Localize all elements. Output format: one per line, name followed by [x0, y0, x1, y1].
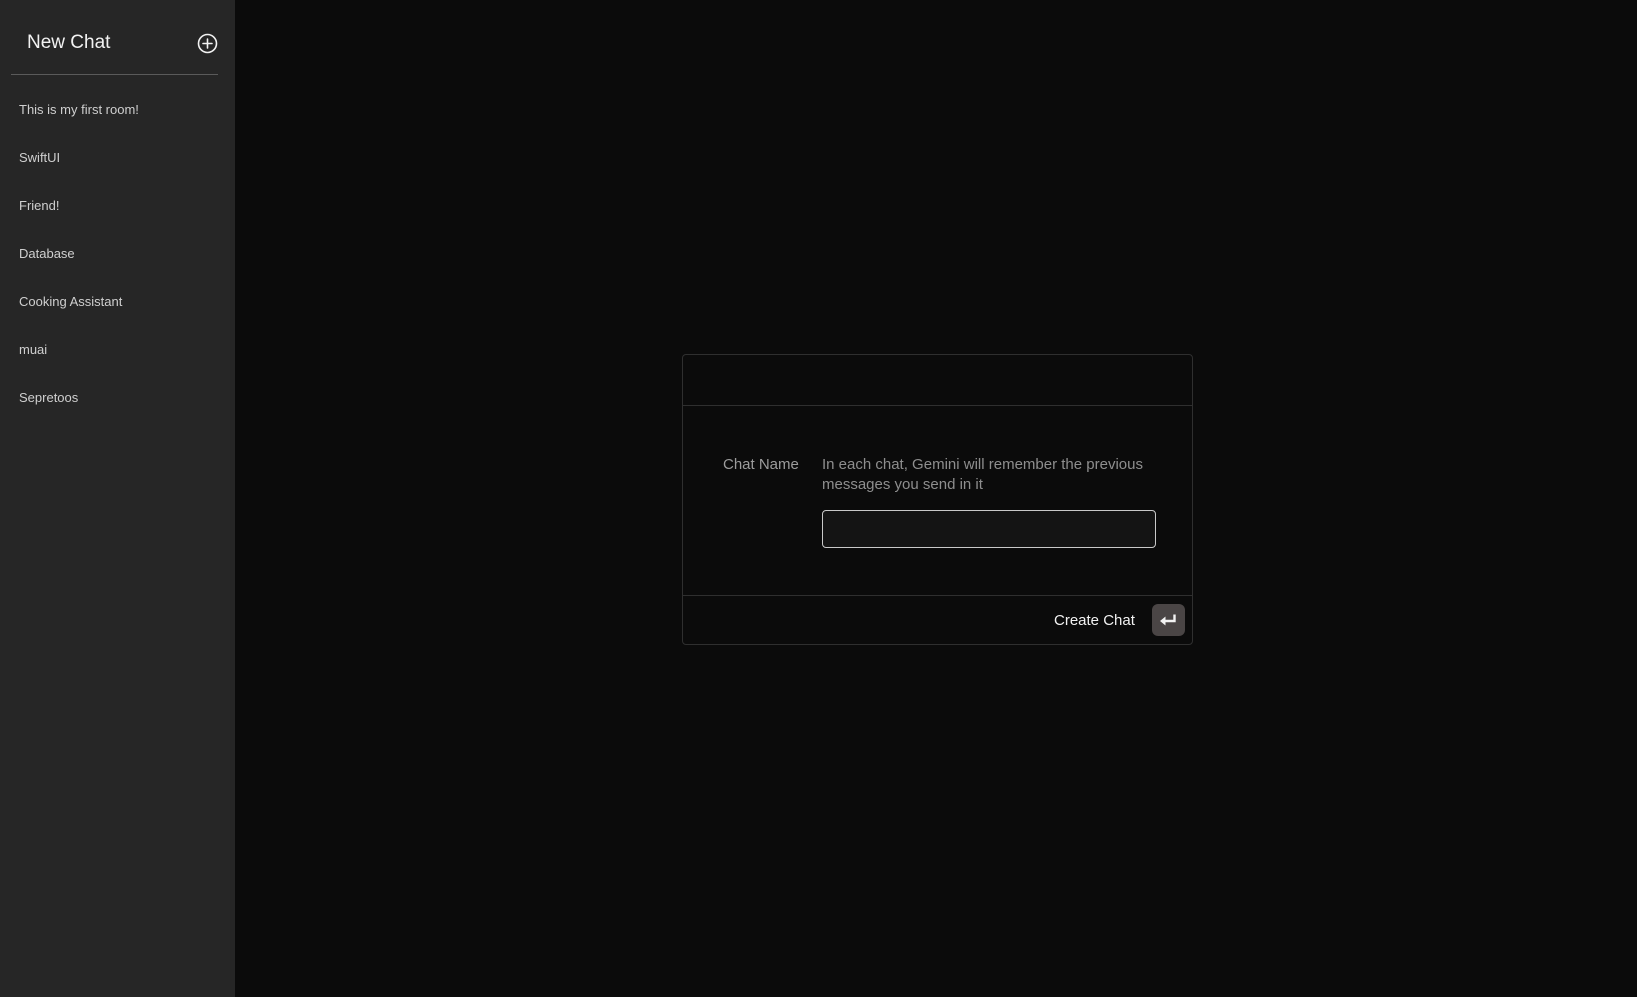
room-item-friend[interactable]: Friend!: [0, 192, 235, 240]
chat-name-input[interactable]: [822, 510, 1156, 548]
room-item-muai[interactable]: muai: [0, 336, 235, 384]
new-chat-button[interactable]: [197, 33, 218, 54]
create-chat-button[interactable]: [1152, 604, 1185, 636]
room-item-sepretoos[interactable]: Sepretoos: [0, 384, 235, 432]
room-list: This is my first room! SwiftUI Friend! D…: [0, 96, 235, 432]
sidebar-title: New Chat: [27, 32, 111, 53]
app-window: New Chat This is my first room! SwiftUI …: [0, 0, 1637, 997]
room-item-cooking-assistant[interactable]: Cooking Assistant: [0, 288, 235, 336]
main-area: Chat Name In each chat, Gemini will reme…: [235, 0, 1637, 997]
dialog-header: [683, 355, 1192, 406]
room-item-database[interactable]: Database: [0, 240, 235, 288]
sidebar: New Chat This is my first room! SwiftUI …: [0, 0, 235, 997]
chat-name-label: Chat Name: [723, 456, 799, 473]
create-chat-dialog: Chat Name In each chat, Gemini will reme…: [682, 354, 1193, 645]
room-item-first-room[interactable]: This is my first room!: [0, 96, 235, 144]
plus-circle-icon: [197, 33, 218, 54]
create-chat-label[interactable]: Create Chat: [1054, 611, 1135, 631]
room-item-swiftui[interactable]: SwiftUI: [0, 144, 235, 192]
return-enter-icon: [1160, 614, 1176, 626]
dialog-footer: Create Chat: [683, 595, 1192, 646]
chat-name-help-text: In each chat, Gemini will remember the p…: [822, 456, 1143, 493]
sidebar-header: New Chat: [11, 0, 218, 75]
